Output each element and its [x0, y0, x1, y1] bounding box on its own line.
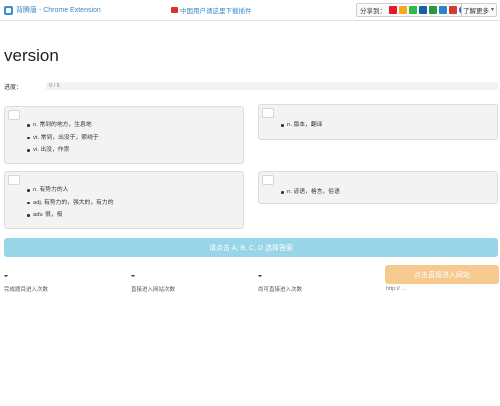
- app-logo-icon: [4, 5, 13, 15]
- progress-bar: 0 / 5: [46, 82, 498, 90]
- flag-icon: [171, 7, 178, 13]
- brand-link[interactable]: 背腾唐 - Chrome Extension: [4, 4, 101, 16]
- download-notice-text[interactable]: 中国用户请这里下载插件: [180, 5, 252, 15]
- meaning-item: vi. 出没，作祟: [27, 144, 99, 157]
- option-d-card[interactable]: n. 谚语，格言，俗语: [258, 171, 498, 204]
- qzone-icon[interactable]: [399, 6, 407, 14]
- meaning-item: n. 常到的地方，生息地: [27, 119, 99, 132]
- option-c-card[interactable]: n. 有势力的人 adj. 有势力的，强大的，有力的 adv. 很，极: [4, 171, 244, 229]
- option-c-key-tag: [8, 175, 20, 185]
- learn-more-label: 了解更多: [463, 8, 490, 15]
- meaning-item: adj. 有势力的，强大的，有力的: [27, 197, 114, 210]
- top-bar: 背腾唐 - Chrome Extension 中国用户请这里下载插件 分享到： …: [0, 0, 500, 21]
- direct-entry-count-label: 直接进入网站次数: [131, 287, 176, 293]
- word-title: version: [4, 46, 59, 65]
- remaining-entry-count-label: 尚可直接进入次数: [258, 287, 303, 293]
- share-label: 分享到：: [360, 8, 386, 15]
- option-a-meanings: n. 常到的地方，生息地 vt. 常到，出没于，萦绕于 vi. 出没，作祟: [27, 119, 99, 157]
- tencent-weibo-icon[interactable]: [439, 6, 447, 14]
- option-a-key-tag: [8, 110, 20, 120]
- option-a-card[interactable]: n. 常到的地方，生息地 vt. 常到，出没于，萦绕于 vi. 出没，作祟: [4, 106, 244, 164]
- progress-label: 进度：: [4, 85, 23, 91]
- completed-count-label: 完成题目进入次数: [4, 287, 49, 293]
- brand-name[interactable]: 背腾唐 - Chrome Extension: [16, 5, 101, 15]
- weibo-icon[interactable]: [389, 6, 397, 14]
- enter-site-label: 点击直接进入网站: [414, 271, 470, 279]
- choose-answer-text: 请点击 A, B, C, D 选择答案: [208, 244, 293, 252]
- caret-down-icon: ▼: [490, 7, 495, 13]
- completed-count-value: -: [4, 268, 8, 282]
- meaning-item: adv. 很，极: [27, 209, 114, 222]
- douban-icon[interactable]: [429, 6, 437, 14]
- option-b-card[interactable]: n. 版本，翻译: [258, 104, 498, 140]
- remaining-entry-count-value: -: [258, 268, 262, 282]
- kaixin-icon[interactable]: [449, 6, 457, 14]
- option-c-meanings: n. 有势力的人 adj. 有势力的，强大的，有力的 adv. 很，极: [27, 184, 114, 222]
- meaning-item: n. 版本，翻译: [281, 119, 322, 132]
- option-d-key-tag: [262, 175, 274, 185]
- renren-icon[interactable]: [419, 6, 427, 14]
- target-url: http:// ...: [386, 286, 406, 292]
- option-d-meanings: n. 谚语，格言，俗语: [281, 186, 340, 199]
- download-notice-link[interactable]: 中国用户请这里下载插件: [171, 5, 252, 15]
- wechat-icon[interactable]: [409, 6, 417, 14]
- meaning-item: n. 有势力的人: [27, 184, 114, 197]
- enter-site-button[interactable]: 点击直接进入网站: [385, 265, 499, 284]
- progress-text: 0 / 5: [49, 83, 60, 89]
- choose-answer-bar[interactable]: 请点击 A, B, C, D 选择答案: [4, 238, 498, 257]
- learn-more-dropdown[interactable]: 了解更多 ▼: [461, 3, 497, 17]
- meaning-item: n. 谚语，格言，俗语: [281, 186, 340, 199]
- option-b-meanings: n. 版本，翻译: [281, 119, 322, 132]
- option-b-key-tag: [262, 108, 274, 118]
- direct-entry-count-value: -: [131, 268, 135, 282]
- meaning-item: vt. 常到，出没于，萦绕于: [27, 132, 99, 145]
